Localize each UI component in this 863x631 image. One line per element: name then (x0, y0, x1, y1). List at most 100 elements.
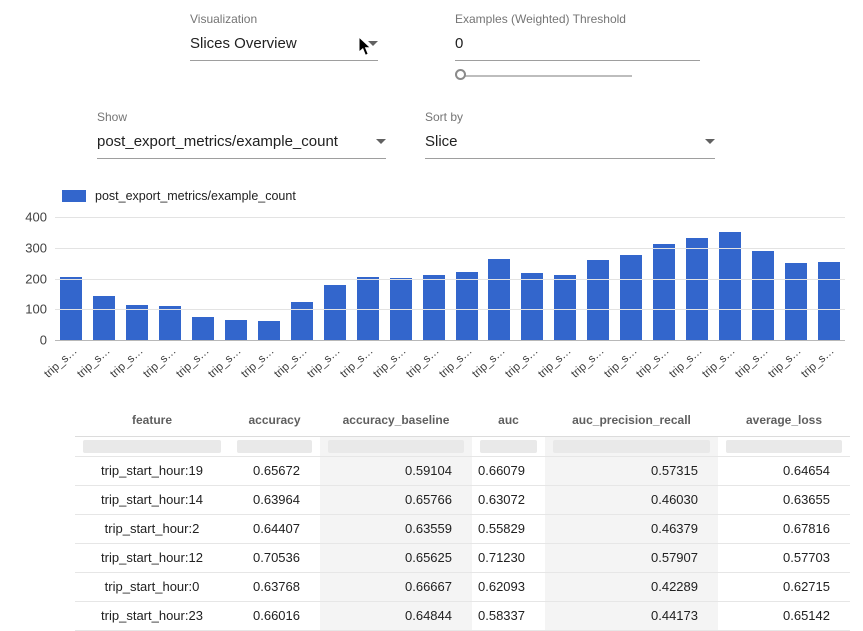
filter-input-auc_precision_recall[interactable] (553, 440, 710, 453)
bar[interactable] (554, 275, 576, 340)
column-header-auc_precision_recall[interactable]: auc_precision_recall (545, 405, 718, 436)
bar[interactable] (93, 296, 115, 340)
table-header-row: featureaccuracyaccuracy_baselineaucauc_p… (75, 405, 850, 436)
metric-cell: 0.65766 (320, 485, 472, 514)
threshold-input[interactable]: 0 (455, 35, 700, 61)
table-row: trip_start_hour:20.644070.635590.558290.… (75, 514, 850, 543)
y-tick-label: 0 (40, 333, 47, 348)
bar-slot (779, 263, 812, 340)
chart-legend: post_export_metrics/example_count (62, 189, 296, 203)
threshold-slider[interactable] (455, 69, 632, 83)
bar[interactable] (291, 302, 313, 340)
bar[interactable] (324, 285, 346, 340)
metric-cell: 0.64654 (718, 456, 850, 485)
bar[interactable] (258, 321, 280, 340)
filter-input-average_loss[interactable] (726, 440, 842, 453)
visualization-value: Slices Overview (190, 35, 297, 52)
gridline (55, 248, 845, 249)
bar-slot (549, 275, 582, 340)
bar-slot (812, 262, 845, 340)
chevron-down-icon (376, 139, 386, 144)
metric-cell: 0.57315 (545, 456, 718, 485)
feature-cell: trip_start_hour:0 (75, 572, 229, 601)
metric-cell: 0.57703 (718, 543, 850, 572)
legend-label: post_export_metrics/example_count (95, 189, 296, 203)
slices-bar-chart: 0100200300400 trip_s…trip_s…trip_s…trip_… (10, 217, 845, 384)
metric-cell: 0.62093 (472, 572, 545, 601)
visualization-dropdown[interactable]: Slices Overview (190, 35, 378, 61)
metric-cell: 0.46030 (545, 485, 718, 514)
feature-cell: trip_start_hour:12 (75, 543, 229, 572)
bar[interactable] (653, 244, 675, 340)
legend-swatch (62, 190, 86, 202)
y-axis: 0100200300400 (10, 217, 55, 340)
metric-cell: 0.66079 (472, 456, 545, 485)
bar[interactable] (456, 272, 478, 340)
filter-input-accuracy[interactable] (237, 440, 312, 453)
gridline (55, 217, 845, 218)
metric-cell: 0.63655 (718, 485, 850, 514)
column-header-average_loss[interactable]: average_loss (718, 405, 850, 436)
bar-slot (746, 251, 779, 340)
bar-slot (483, 259, 516, 340)
y-tick-label: 300 (25, 241, 47, 256)
bar[interactable] (587, 260, 609, 340)
table-filter-row (75, 436, 850, 456)
threshold-value: 0 (455, 35, 463, 52)
bar-slot (318, 285, 351, 340)
threshold-control: Examples (Weighted) Threshold 0 (455, 12, 700, 61)
bar-slot (615, 255, 648, 340)
column-header-feature[interactable]: feature (75, 405, 229, 436)
metric-cell: 0.64407 (229, 514, 320, 543)
mouse-cursor-icon (358, 36, 374, 57)
column-header-auc[interactable]: auc (472, 405, 545, 436)
bar[interactable] (192, 317, 214, 340)
bar[interactable] (159, 306, 181, 340)
bar-slot (154, 306, 187, 340)
x-axis: trip_s…trip_s…trip_s…trip_s…trip_s…trip_… (55, 340, 845, 384)
filter-input-accuracy_baseline[interactable] (328, 440, 464, 453)
feature-cell: trip_start_hour:14 (75, 485, 229, 514)
bar[interactable] (686, 238, 708, 340)
metric-cell: 0.55829 (472, 514, 545, 543)
bar[interactable] (752, 251, 774, 340)
bar[interactable] (818, 262, 840, 340)
feature-cell: trip_start_hour:19 (75, 456, 229, 485)
bar[interactable] (620, 255, 642, 340)
table-row: trip_start_hour:120.705360.656250.712300… (75, 543, 850, 572)
filter-input-feature[interactable] (83, 440, 221, 453)
filter-input-auc[interactable] (480, 440, 537, 453)
metric-cell: 0.63072 (472, 485, 545, 514)
metric-cell: 0.65672 (229, 456, 320, 485)
column-header-accuracy[interactable]: accuracy (229, 405, 320, 436)
bar[interactable] (785, 263, 807, 340)
slider-knob[interactable] (455, 69, 466, 80)
table-row: trip_start_hour:00.637680.666670.620930.… (75, 572, 850, 601)
bar-slot (450, 272, 483, 340)
y-tick-label: 200 (25, 272, 47, 287)
sort-by-label: Sort by (425, 110, 715, 124)
metrics-table: featureaccuracyaccuracy_baselineaucauc_p… (75, 405, 850, 631)
bar-slot (648, 244, 681, 340)
metric-cell: 0.63964 (229, 485, 320, 514)
bar[interactable] (225, 320, 247, 340)
bar[interactable] (126, 305, 148, 340)
column-header-accuracy_baseline[interactable]: accuracy_baseline (320, 405, 472, 436)
bar-slot (220, 320, 253, 340)
metric-cell: 0.67816 (718, 514, 850, 543)
sort-by-dropdown[interactable]: Slice (425, 133, 715, 159)
slider-track[interactable] (461, 75, 632, 77)
metric-cell: 0.63559 (320, 514, 472, 543)
bar[interactable] (488, 259, 510, 340)
bar[interactable] (423, 275, 445, 340)
feature-cell: trip_start_hour:2 (75, 514, 229, 543)
metric-cell: 0.46379 (545, 514, 718, 543)
bar-slot (417, 275, 450, 340)
metric-cell: 0.57907 (545, 543, 718, 572)
show-dropdown[interactable]: post_export_metrics/example_count (97, 133, 386, 159)
visualization-control: Visualization Slices Overview (190, 12, 378, 61)
gridline (55, 309, 845, 310)
y-tick-label: 400 (25, 210, 47, 225)
bar[interactable] (521, 273, 543, 340)
bar-slot (285, 302, 318, 340)
